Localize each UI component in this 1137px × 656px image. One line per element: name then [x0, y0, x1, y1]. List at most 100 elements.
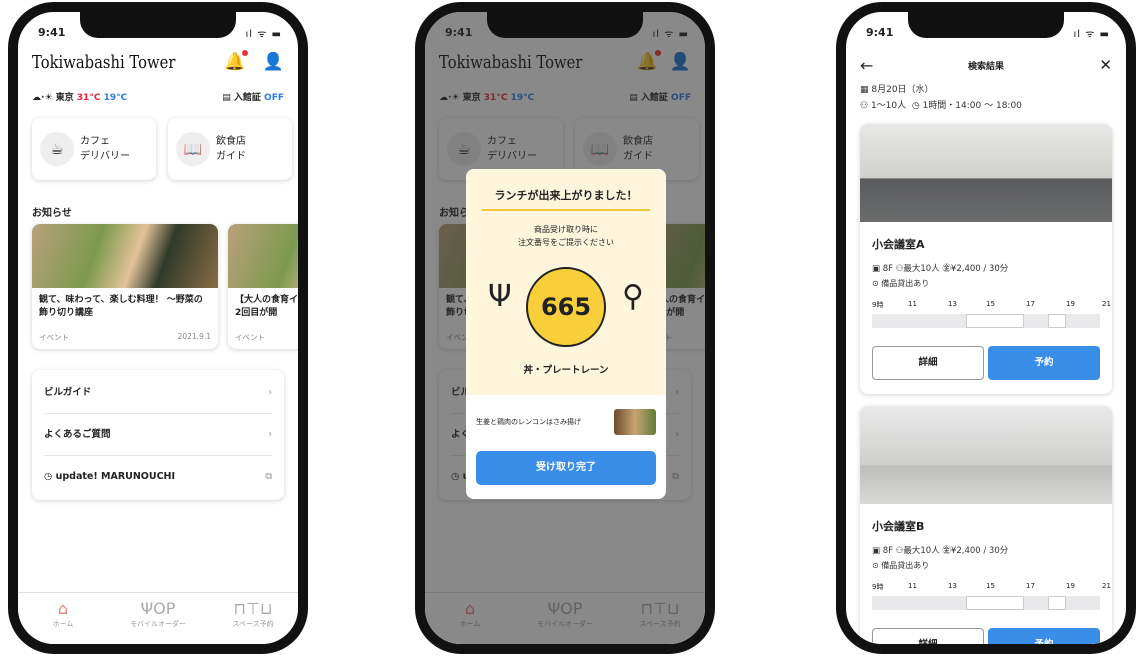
hour-label: 11 — [908, 582, 917, 590]
heading-underline — [482, 209, 650, 211]
news-card[interactable]: 【大人の食育イベント】「食の研究所」第2回目が開 イベント — [228, 224, 298, 349]
search-conditions: ⚇ 1～10人 ◷ 1時間・14:00 ～ 18:00 — [860, 98, 1022, 111]
menu-item-faq[interactable]: よくあるご質問 › — [44, 414, 272, 456]
phone-search-results-screen: 9:41 ıl ᯤ ▬ ← 検索結果 ✕ ▦ 8月20日（水） ⚇ 1～10人 … — [836, 2, 1136, 654]
tab-label: モバイルオーダー — [130, 620, 186, 628]
availability-timeline[interactable] — [872, 596, 1100, 610]
room-floor: 8F — [882, 264, 894, 274]
menu-label: ビルガイド — [44, 387, 92, 398]
available-slot[interactable] — [966, 314, 1024, 328]
phone-home-screen: 9:41 ıl ᯤ ▬ Tokiwabashi Tower 🔔 👤 ☁·☀ 東京… — [8, 2, 308, 654]
hour-label: 15 — [986, 300, 995, 308]
news-card[interactable]: 観て、味わって、楽しむ料理！ ～野菜の飾り切り講座 イベント 2021.9.1 — [32, 224, 218, 349]
hour-label: 9時 — [872, 583, 884, 591]
equipment-text: 備品貸出あり — [881, 279, 930, 288]
space-reservation-icon: ⊓⊤⊔ — [233, 599, 273, 618]
notch — [80, 12, 236, 38]
person-icon: ⚇ — [860, 101, 871, 111]
home-icon: ⌂ — [57, 599, 69, 618]
product-image — [614, 409, 656, 435]
room-name: 小会議室A — [872, 238, 925, 251]
room-equipment: ⊙ 備品貸出あり — [872, 278, 929, 289]
hour-label: 19 — [1066, 582, 1075, 590]
close-icon[interactable]: ✕ — [1099, 56, 1112, 74]
modal-heading: ランチが出来上がりました！ — [494, 189, 638, 202]
room-price: ¥2,400 / 30分 — [950, 546, 1009, 556]
news-date: 2021.9.1 — [177, 332, 211, 341]
equipment-text: 備品貸出あり — [881, 561, 930, 570]
product-name: 生姜と鶏肉のレンコンはさみ揚げ — [476, 418, 581, 426]
detail-button[interactable]: 詳細 — [872, 628, 984, 644]
room-info: ▣ 8F ⚇最大10人 ㊎¥2,400 / 30分 — [872, 544, 1008, 556]
order-number: 665 — [526, 267, 606, 347]
room-equipment: ⊙ 備品貸出あり — [872, 560, 929, 571]
restaurant-guide-card[interactable]: 📖 飲食店 ガイド — [168, 118, 292, 180]
hour-label: 17 — [1026, 300, 1035, 308]
building-icon: ▣ — [872, 546, 883, 556]
hour-label: 13 — [948, 300, 957, 308]
modal-instruction: 商品受け取り時に 注文番号をご提示ください — [518, 225, 614, 247]
product-row: 生姜と鶏肉のレンコンはさみ揚げ — [476, 409, 656, 435]
availability-timeline[interactable] — [872, 314, 1100, 328]
app-title: Tokiwabashi Tower — [32, 52, 176, 73]
hour-label: 21 — [1102, 300, 1111, 308]
hour-label: 19 — [1066, 300, 1075, 308]
page-title: 検索結果 — [967, 62, 1004, 72]
dots-icon: ⊙ — [872, 561, 882, 570]
search-date: ▦ 8月20日（水） — [860, 82, 934, 95]
menu-item-building-guide[interactable]: ビルガイド › — [44, 372, 272, 414]
available-slot[interactable] — [1048, 596, 1066, 610]
available-slot[interactable] — [1048, 314, 1066, 328]
card-label: 飲食店 ガイド — [216, 136, 246, 162]
news-image — [228, 224, 298, 288]
tab-space-reservation[interactable]: ⊓⊤⊔ スペース予約 — [208, 599, 298, 629]
room-name: 小会議室B — [872, 520, 925, 533]
phone-order-ready-screen: 9:41 ıl ᯤ ▬ Tokiwabashi Tower 🔔👤 ☁·☀ 東京 … — [415, 2, 715, 654]
chevron-right-icon: › — [268, 387, 272, 398]
room-capacity: 最大10人 — [903, 264, 940, 274]
hour-label: 21 — [1102, 582, 1111, 590]
menu-item-update-marunouchi[interactable]: ◷ update! MARUNOUCHI ⧉ — [44, 456, 272, 498]
hour-label: 11 — [908, 300, 917, 308]
temp-low: 19°C — [103, 93, 128, 103]
notch — [487, 12, 643, 38]
bell-icon[interactable]: 🔔 — [224, 50, 249, 72]
service-cards: ☕ カフェ デリバリー 📖 飲食店 ガイド — [32, 118, 292, 180]
hour-label: 13 — [948, 582, 957, 590]
building-icon: ▣ — [872, 264, 883, 274]
news-carousel[interactable]: 観て、味わって、楽しむ料理！ ～野菜の飾り切り講座 イベント 2021.9.1 【… — [32, 224, 298, 349]
entry-pass-toggle[interactable]: ▤ 入館証 OFF — [222, 90, 284, 103]
external-link-icon: ⧉ — [265, 471, 272, 482]
tab-mobile-order[interactable]: ΨOP モバイルオーダー — [113, 599, 203, 629]
room-photo — [860, 124, 1112, 222]
cafe-delivery-card[interactable]: ☕ カフェ デリバリー — [32, 118, 156, 180]
tab-label: ホーム — [52, 620, 74, 628]
link-menu: ビルガイド › よくあるご質問 › ◷ update! MARUNOUCHI ⧉ — [32, 370, 284, 500]
room-floor: 8F — [882, 546, 894, 556]
temp-high: 31°C — [76, 93, 101, 103]
clock-icon: ◷ — [44, 471, 56, 482]
user-icon[interactable]: 👤 — [263, 52, 284, 72]
pass-state: OFF — [264, 93, 284, 103]
spoon-icon: ⚲ — [622, 279, 644, 314]
reserve-button[interactable]: 予約 — [988, 346, 1100, 380]
date-value: 8月20日（水） — [871, 85, 934, 95]
pickup-complete-button[interactable]: 受け取り完了 — [476, 451, 656, 485]
detail-button[interactable]: 詳細 — [872, 346, 984, 380]
available-slot[interactable] — [966, 596, 1024, 610]
status-time: 9:41 — [866, 26, 894, 39]
calendar-icon: ▦ — [860, 85, 872, 95]
notification-dot — [242, 50, 249, 56]
room-capacity: 最大10人 — [903, 546, 940, 556]
room-card: 小会議室B ▣ 8F ⚇最大10人 ㊎¥2,400 / 30分 ⊙ 備品貸出あり… — [860, 406, 1112, 644]
hour-label: 15 — [986, 582, 995, 590]
weather-bar: ☁·☀ 東京 31°C 19°C ▤ 入館証 OFF — [32, 90, 284, 106]
hour-label: 9時 — [872, 301, 884, 309]
clock-icon: ◷ — [911, 101, 923, 111]
reserve-button[interactable]: 予約 — [988, 628, 1100, 644]
hour-labels: 9時 11 13 15 17 19 21 — [872, 300, 1111, 312]
tab-home[interactable]: ⌂ ホーム — [18, 599, 108, 629]
room-info: ▣ 8F ⚇最大10人 ㊎¥2,400 / 30分 — [872, 262, 1008, 274]
yen-icon: ㊎ — [942, 546, 951, 556]
signal-icon: ıl ᯤ ▬ — [1073, 29, 1110, 40]
